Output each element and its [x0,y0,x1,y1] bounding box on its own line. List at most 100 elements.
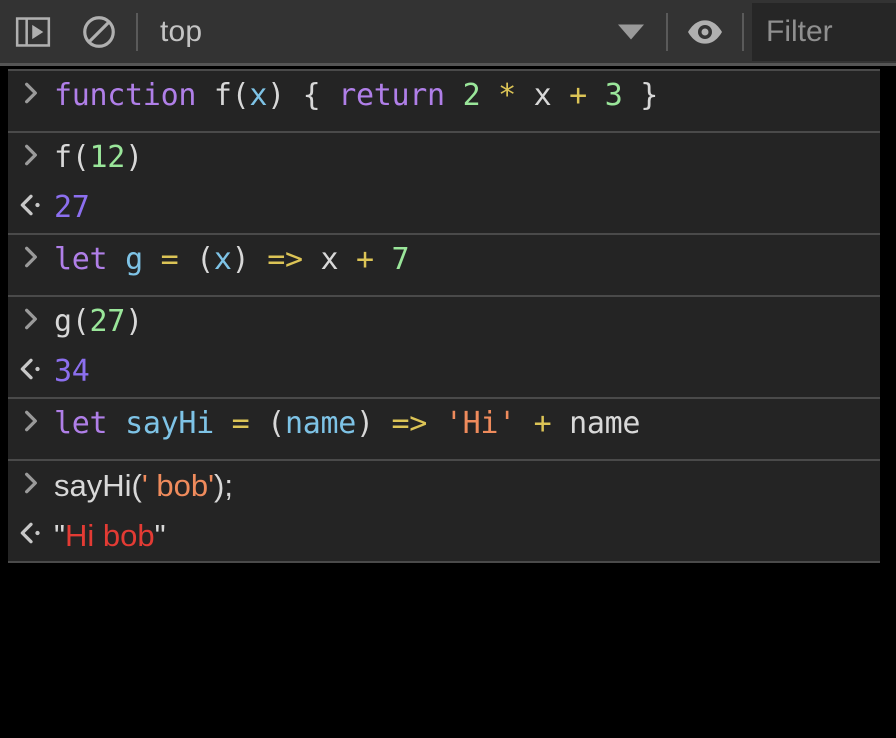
code-token: 12 [89,140,126,175]
code-token: 2 [462,78,481,113]
devtools-console-panel: top Filter function f(x) { return 2 * x … [0,0,896,738]
console-result-text: 34 [54,350,880,394]
code-token: ) [231,242,268,277]
code-token: x [249,78,268,113]
eye-icon [685,12,725,52]
code-token: + [569,78,587,113]
code-token: ( [249,406,285,441]
toolbar-divider-1 [136,12,138,51]
code-token: return [338,78,445,113]
output-marker [8,186,54,218]
console-toolbar: top Filter [0,0,896,66]
toolbar-divider-2 [666,12,668,51]
code-token: ) [125,140,143,175]
code-token: * [498,78,516,113]
console-input-line[interactable]: function f(x) { return 2 * x + 3 } [8,71,880,131]
code-token: 3 [604,78,623,113]
console-input-line[interactable]: f(12) [8,133,880,183]
code-token: ( [231,78,250,113]
console-expression-text: function f(x) { return 2 * x + 3 } [54,74,880,118]
console-input-line[interactable]: sayHi(' bob'); [8,461,880,511]
code-token: x [515,78,570,113]
code-token: name [284,406,356,441]
code-token: => [391,406,428,441]
console-output-line[interactable]: "Hi bob" [8,511,880,561]
console-output-line[interactable]: 27 [8,183,880,233]
chevron-left-dot-icon [18,356,44,382]
console-filter-input[interactable]: Filter [752,2,896,61]
chevron-right-icon [18,470,44,496]
code-token: 'Hi' [444,406,516,441]
chevron-right-icon [18,408,44,434]
input-marker [8,74,54,106]
chevron-right-icon [18,142,44,168]
console-result-text: "Hi bob" [54,514,880,558]
code-token: + [533,406,552,441]
group-let-sayhi[interactable]: let sayHi = (name) => 'Hi' + name [8,399,880,461]
chevron-right-icon [18,80,44,106]
execution-context-selector[interactable]: top [142,0,662,65]
console-input-line[interactable]: let sayHi = (name) => 'Hi' + name [8,399,880,459]
code-token: { [284,78,339,113]
sidebar-play-icon [14,13,52,51]
chevron-left-dot-icon [18,520,44,546]
output-marker [8,350,54,382]
code-token: ( [178,242,214,277]
group-sayhi-call[interactable]: sayHi(' bob'); "Hi bob" [8,461,880,563]
code-token: " [54,518,66,553]
code-token: ' bob' [141,468,215,503]
toggle-console-sidebar-button[interactable] [0,0,66,65]
code-token: 27 [89,304,126,339]
input-marker [8,402,54,434]
output-marker [8,514,54,546]
code-token: f [213,78,232,113]
console-expression-text: f(12) [54,136,880,180]
console-input-line[interactable]: let g = (x) => x + 7 [8,235,880,295]
input-marker [8,300,54,332]
console-result-text: 27 [54,186,880,230]
input-marker [8,238,54,270]
console-input-line[interactable]: g(27) [8,297,880,347]
console-expression-text: let sayHi = (name) => 'Hi' + name [54,402,880,446]
console-message-list[interactable]: function f(x) { return 2 * x + 3 } f(12) 2… [0,69,880,563]
input-marker [8,464,54,496]
console-expression-text: g(27) [54,300,880,344]
clear-console-button[interactable] [66,0,132,65]
console-output-line[interactable]: 34 [8,347,880,397]
code-token: sayHi [125,406,214,441]
group-g27[interactable]: g(27) 34 [8,297,880,399]
console-settings-eye-button[interactable] [672,0,738,65]
code-token: 7 [391,242,410,277]
chevron-down-icon [618,24,644,39]
chevron-right-icon [18,244,44,270]
code-token: name [551,406,641,441]
code-token: sayHi( [54,468,142,503]
execution-context-label: top [160,14,203,48]
code-token: f( [54,140,90,175]
code-token: ) [267,78,285,113]
code-token: x [213,242,232,277]
code-token: + [356,242,374,277]
group-function-declaration[interactable]: function f(x) { return 2 * x + 3 } [8,69,880,133]
input-marker [8,136,54,168]
code-token: 34 [54,354,90,389]
code-token: let [54,242,108,277]
code-token: g [125,242,143,277]
code-token: 27 [54,190,90,225]
code-token: } [622,78,658,113]
group-f12[interactable]: f(12) 27 [8,133,880,235]
chevron-left-dot-icon [18,192,44,218]
group-let-g[interactable]: let g = (x) => x + 7 [8,235,880,297]
code-token: Hi bob [65,518,155,553]
code-token: g( [54,304,90,339]
console-filter-placeholder: Filter [766,14,833,48]
code-token: => [267,242,303,277]
code-token: " [154,518,166,553]
